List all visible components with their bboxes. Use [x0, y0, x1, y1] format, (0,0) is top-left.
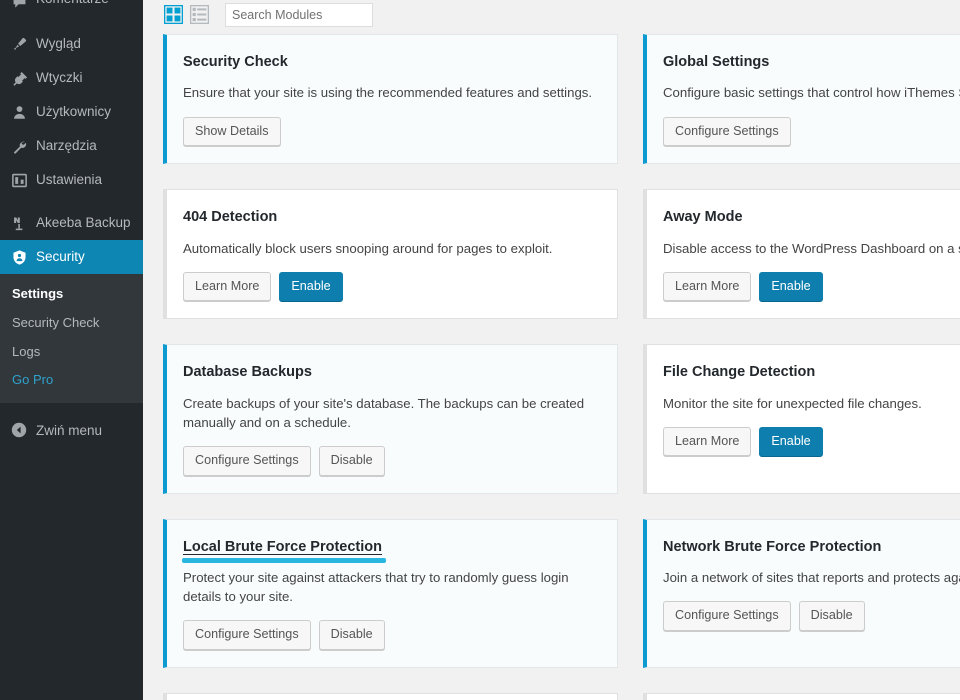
sidebar-item-label: Narzędzia [36, 138, 97, 154]
show-details-button[interactable]: Show Details [183, 116, 281, 147]
users-icon [8, 102, 30, 122]
configure-settings-button[interactable]: Configure Settings [183, 620, 311, 650]
sidebar-item-narzędzia[interactable]: Narzędzia [0, 129, 143, 163]
module-card: Database Backups Create backups of your s… [163, 344, 618, 494]
disable-button[interactable]: Disable [798, 601, 865, 631]
module-description: Configure basic settings that control ho… [663, 85, 960, 101]
wordpress-admin-screen: Komentarze Wygląd Wtyczki Użytkownicy Narzęd… [0, 0, 960, 700]
configure-settings-button[interactable]: Configure Settings [663, 601, 791, 631]
module-card: File Change Detection Monitor the site fo… [643, 344, 960, 494]
module-actions: Learn More Enable [663, 271, 960, 302]
module-card: Global Settings Configure basic settings … [643, 34, 960, 165]
module-card: Network Brute Force Protection Join a net… [643, 518, 960, 668]
sidebar-item-wtyczki[interactable]: Wtyczki [0, 61, 143, 95]
module-title: Security Check [183, 54, 288, 70]
module-title: Database Backups [183, 364, 312, 381]
grid-view-icon[interactable] [163, 4, 184, 25]
list-view-icon[interactable] [189, 4, 210, 25]
modules-grid: Security Check Ensure that your site is u… [163, 34, 960, 700]
tools-icon [8, 136, 30, 156]
module-description: Ensure that your site is using the recom… [183, 85, 593, 101]
menu-separator [0, 197, 143, 206]
module-description: Disable access to the WordPress Dashboar… [663, 240, 960, 256]
search-input[interactable] [225, 2, 373, 27]
sidebar-item-label: Security [36, 249, 85, 265]
module-card: SSL [163, 692, 618, 700]
sidebar-menu: Komentarze Wygląd Wtyczki Użytkownicy Narzęd… [0, 0, 143, 274]
module-title: Local Brute Force Protection [181, 538, 387, 564]
disable-button[interactable]: Disable [318, 445, 385, 476]
configure-settings-button[interactable]: Configure Settings [663, 116, 791, 147]
appearance-icon [8, 34, 30, 54]
module-title: Away Mode [663, 209, 743, 226]
module-card: Security Check Ensure that your site is u… [163, 34, 618, 165]
comments-icon [8, 0, 30, 12]
menu-separator [0, 18, 143, 27]
module-actions: Learn More Enable [663, 426, 960, 457]
sidebar-item-ustawienia[interactable]: Ustawienia [0, 163, 143, 197]
modules-main-panel: Security Check Ensure that your site is u… [143, 0, 960, 700]
sidebar-item-użytkownicy[interactable]: Użytkownicy [0, 95, 143, 129]
sidebar-item-label: Akeeba Backup [36, 215, 131, 231]
submenu-item-security-check[interactable]: Security Check [0, 309, 143, 338]
settings-icon [8, 170, 30, 190]
sidebar-item-security[interactable]: Security [0, 240, 143, 274]
module-title: Global Settings [663, 54, 770, 70]
learn-more-button[interactable]: Learn More [663, 271, 752, 302]
plugins-icon [8, 68, 30, 88]
sidebar-item-label: Komentarze [36, 0, 109, 6]
sidebar-item-akeeba-backup[interactable]: Akeeba Backup [0, 206, 143, 240]
sidebar-item-wygląd[interactable]: Wygląd [0, 27, 143, 61]
module-description: Join a network of sites that reports and… [663, 569, 960, 585]
module-title: 404 Detection [183, 209, 278, 226]
module-description: Create backups of your site's database. … [183, 395, 585, 430]
sidebar-item-label: Wygląd [36, 36, 81, 52]
enable-button[interactable]: Enable [759, 426, 823, 457]
collapse-arrow-icon [8, 422, 30, 438]
security-submenu: Settings Security Check Logs Go Pro [0, 274, 143, 404]
module-actions: Show Details [183, 116, 599, 147]
module-description: Monitor the site for unexpected file cha… [663, 395, 922, 411]
enable-button[interactable]: Enable [279, 271, 343, 302]
module-actions: Configure Settings [663, 116, 960, 147]
disable-button[interactable]: Disable [318, 620, 385, 650]
submenu-item-settings[interactable]: Settings [0, 280, 143, 309]
shield-icon [8, 247, 30, 267]
module-title: Network Brute Force Protection [663, 538, 882, 555]
module-actions: Learn More Enable [183, 271, 599, 302]
module-card: System Tweaks [643, 692, 960, 700]
enable-button[interactable]: Enable [759, 271, 823, 302]
module-title: File Change Detection [663, 364, 816, 381]
module-actions: Configure Settings Disable [183, 620, 599, 650]
module-card: Local Brute Force Protection Protect your… [163, 518, 618, 668]
module-description: Protect your site against attackers that… [183, 569, 569, 605]
learn-more-button[interactable]: Learn More [663, 426, 752, 457]
submenu-item-go-pro[interactable]: Go Pro [0, 366, 143, 395]
modules-toolbar [163, 0, 960, 28]
sidebar-item-label: Użytkownicy [36, 104, 112, 120]
akeeba-icon [8, 213, 30, 233]
module-card: 404 Detection Automatically block users s… [163, 189, 618, 320]
collapse-menu-label: Zwiń menu [36, 422, 103, 438]
module-actions: Configure Settings Disable [183, 445, 599, 476]
admin-sidebar: Komentarze Wygląd Wtyczki Użytkownicy Narzęd… [0, 0, 143, 700]
sidebar-item-label: Wtyczki [36, 70, 83, 86]
configure-settings-button[interactable]: Configure Settings [183, 445, 311, 476]
learn-more-button[interactable]: Learn More [183, 271, 272, 302]
module-description: Automatically block users snooping aroun… [183, 240, 553, 256]
module-card: Away Mode Disable access to the WordPress… [643, 189, 960, 320]
sidebar-item-label: Ustawienia [36, 172, 103, 188]
sidebar-item-komentarze[interactable]: Komentarze [0, 0, 143, 18]
collapse-menu-button[interactable]: Zwiń menu [0, 413, 143, 447]
module-actions: Configure Settings Disable [663, 601, 960, 631]
submenu-item-logs[interactable]: Logs [0, 338, 143, 367]
